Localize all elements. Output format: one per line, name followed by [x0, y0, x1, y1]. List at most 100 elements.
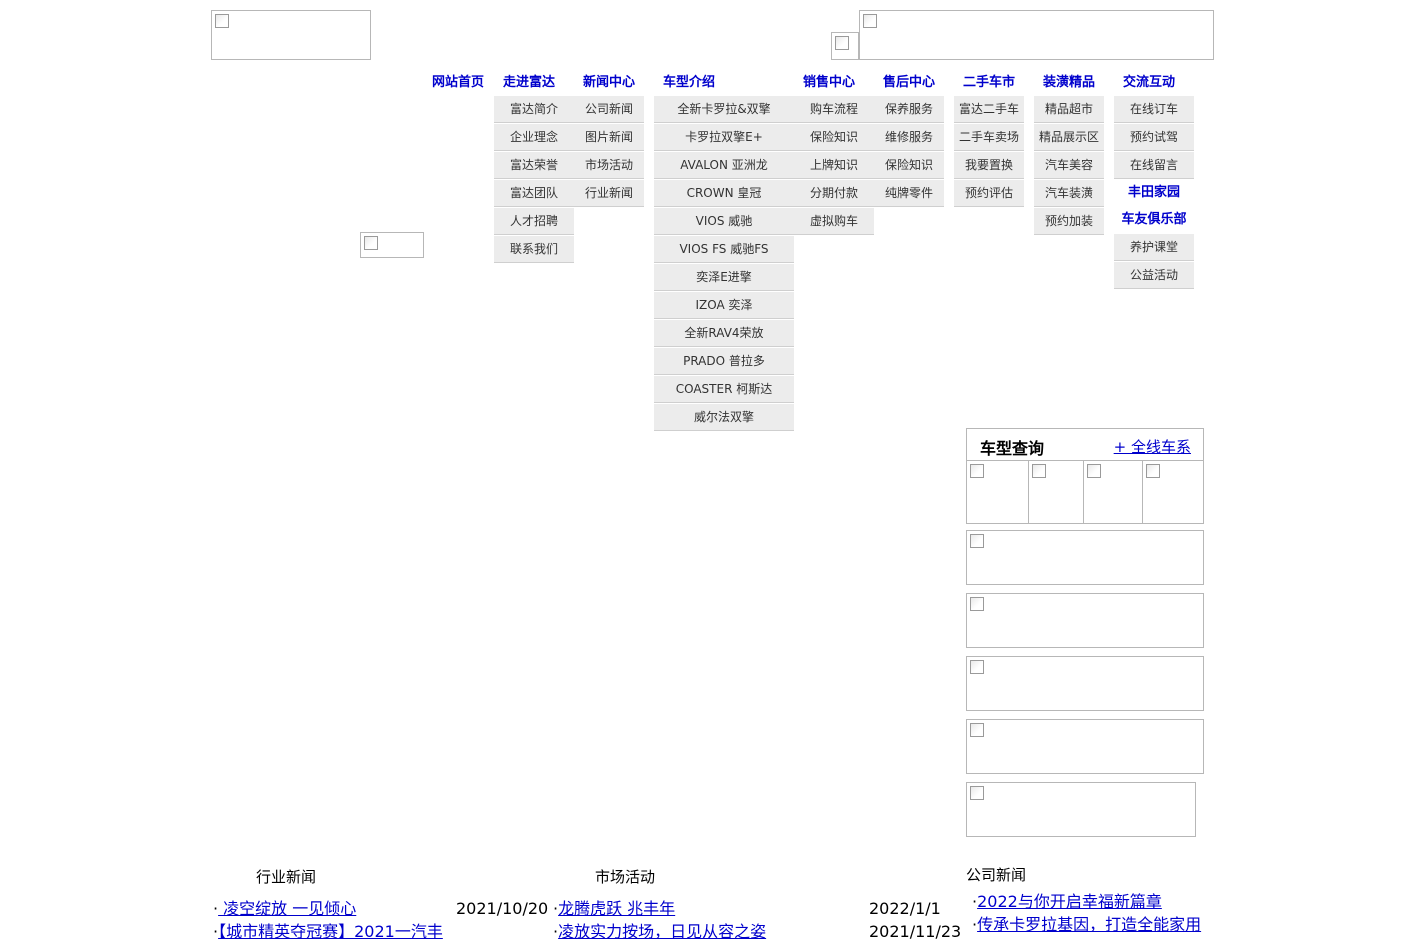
- nav-home[interactable]: 网站首页: [428, 74, 488, 92]
- submenu-item[interactable]: 富达简介: [494, 96, 574, 123]
- submenu-models: 全新卡罗拉&双擎 卡罗拉双擎E+ AVALON 亚洲龙 CROWN 皇冠 VIO…: [654, 96, 794, 432]
- logo-image[interactable]: [211, 10, 371, 60]
- model-thumb-image[interactable]: [966, 460, 1029, 524]
- promo-image[interactable]: [966, 530, 1204, 585]
- submenu-item[interactable]: 图片新闻: [574, 124, 644, 151]
- submenu-item[interactable]: 保养服务: [874, 96, 944, 123]
- news-date: 2021/10/20: [456, 899, 549, 918]
- submenu-item[interactable]: 维修服务: [874, 124, 944, 151]
- submenu-item[interactable]: 全新RAV4荣放: [654, 320, 794, 347]
- nav-interact[interactable]: 交流互动: [1114, 74, 1184, 92]
- submenu-item-heading[interactable]: 丰田家园: [1114, 180, 1194, 206]
- nav-about[interactable]: 走进富达: [494, 74, 564, 92]
- submenu-item[interactable]: 我要置换: [954, 152, 1024, 179]
- model-thumb-image[interactable]: [1028, 460, 1084, 524]
- submenu-item[interactable]: 富达团队: [494, 180, 574, 207]
- model-thumb-image[interactable]: [1142, 460, 1204, 524]
- submenu-item[interactable]: PRADO 普拉多: [654, 348, 794, 375]
- submenu-item[interactable]: 预约加装: [1034, 208, 1104, 235]
- news-link[interactable]: 龙腾虎跃 兆丰年: [558, 899, 675, 918]
- submenu-item[interactable]: 威尔法双擎: [654, 404, 794, 431]
- submenu-item[interactable]: 虚拟购车: [794, 208, 874, 235]
- list-item: · 凌空绽放 一见倾心: [213, 899, 357, 918]
- submenu-item[interactable]: 在线留言: [1114, 152, 1194, 179]
- promo-image[interactable]: [966, 782, 1196, 837]
- news-link[interactable]: 凌放实力按场，日见从容之姿: [558, 922, 766, 941]
- list-item: ·龙腾虎跃 兆丰年: [553, 899, 676, 918]
- model-thumb-image[interactable]: [1083, 460, 1143, 524]
- market-news-list: ·龙腾虎跃 兆丰年 ·凌放实力按场，日见从容之姿: [553, 897, 773, 943]
- submenu-item-heading[interactable]: 车友俱乐部: [1114, 207, 1194, 233]
- submenu-item[interactable]: 富达二手车: [954, 96, 1024, 123]
- submenu-item[interactable]: 精品超市: [1034, 96, 1104, 123]
- list-item: ·2022与你开启幸福新篇章: [972, 892, 1162, 911]
- submenu-boutique: 精品超市 精品展示区 汽车美容 汽车装潢 预约加装: [1034, 96, 1104, 236]
- all-models-link[interactable]: + 全线车系: [1114, 436, 1191, 457]
- model-search-header: 车型查询 + 全线车系: [966, 428, 1204, 460]
- submenu-item[interactable]: VIOS FS 威驰FS: [654, 236, 794, 263]
- submenu-item[interactable]: 上牌知识: [794, 152, 874, 179]
- news-link[interactable]: 凌空绽放 一见倾心: [218, 899, 356, 918]
- news-link[interactable]: 2022与你开启幸福新篇章: [977, 892, 1162, 911]
- model-search-title: 车型查询: [980, 439, 1045, 458]
- submenu-item[interactable]: 公益活动: [1114, 262, 1194, 289]
- submenu-item[interactable]: 行业新闻: [574, 180, 644, 207]
- submenu-item[interactable]: COASTER 柯斯达: [654, 376, 794, 403]
- submenu-item[interactable]: 购车流程: [794, 96, 874, 123]
- promo-image[interactable]: [966, 593, 1204, 648]
- submenu-sales: 购车流程 保险知识 上牌知识 分期付款 虚拟购车: [794, 96, 874, 236]
- submenu-item[interactable]: 纯牌零件: [874, 180, 944, 207]
- submenu-item[interactable]: 二手车卖场: [954, 124, 1024, 151]
- submenu-item[interactable]: 养护课堂: [1114, 234, 1194, 261]
- submenu-item[interactable]: 保险知识: [794, 124, 874, 151]
- nav-models[interactable]: 车型介绍: [654, 74, 724, 92]
- submenu-item[interactable]: 人才招聘: [494, 208, 574, 235]
- nav-news[interactable]: 新闻中心: [574, 74, 644, 92]
- nav-boutique[interactable]: 装潢精品: [1034, 74, 1104, 92]
- submenu-about: 富达简介 企业理念 富达荣誉 富达团队 人才招聘 联系我们: [494, 96, 574, 264]
- submenu-item[interactable]: 保险知识: [874, 152, 944, 179]
- market-news-title: 市场活动: [595, 868, 656, 886]
- nav-used-cars[interactable]: 二手车市: [954, 74, 1024, 92]
- promo-image[interactable]: [966, 719, 1204, 774]
- submenu-item[interactable]: 在线订车: [1114, 96, 1194, 123]
- submenu-news: 公司新闻 图片新闻 市场活动 行业新闻: [574, 96, 644, 208]
- submenu-item[interactable]: 联系我们: [494, 236, 574, 263]
- small-banner-image: [831, 32, 859, 60]
- submenu-item[interactable]: 全新卡罗拉&双擎: [654, 96, 794, 123]
- submenu-item[interactable]: 公司新闻: [574, 96, 644, 123]
- header-banner-image: [859, 10, 1214, 60]
- submenu-item[interactable]: 奕泽E进擎: [654, 264, 794, 291]
- list-item: ·凌放实力按场，日见从容之姿: [553, 922, 767, 941]
- list-item: ·【城市精英夺冠赛】2021一汽丰: [213, 922, 443, 941]
- news-date: 2022/1/1: [869, 899, 941, 918]
- company-news-list: ·2022与你开启幸福新篇章 ·传承卡罗拉基因，打造全能家用: [972, 890, 1207, 936]
- submenu-item[interactable]: 汽车装潢: [1034, 180, 1104, 207]
- submenu-service: 保养服务 维修服务 保险知识 纯牌零件: [874, 96, 944, 208]
- nav-sales[interactable]: 销售中心: [794, 74, 864, 92]
- promo-image[interactable]: [966, 656, 1204, 711]
- news-link[interactable]: 传承卡罗拉基因，打造全能家用: [977, 915, 1201, 934]
- submenu-item[interactable]: 市场活动: [574, 152, 644, 179]
- submenu-item[interactable]: IZOA 奕泽: [654, 292, 794, 319]
- submenu-interact: 在线订车 预约试驾 在线留言 丰田家园 车友俱乐部 养护课堂 公益活动: [1114, 96, 1194, 290]
- news-link[interactable]: 【城市精英夺冠赛】2021一汽丰: [218, 922, 443, 941]
- submenu-item[interactable]: 精品展示区: [1034, 124, 1104, 151]
- news-date: 2021/11/23: [869, 922, 962, 941]
- submenu-used-cars: 富达二手车 二手车卖场 我要置换 预约评估: [954, 96, 1024, 208]
- submenu-item[interactable]: 卡罗拉双擎E+: [654, 124, 794, 151]
- submenu-item[interactable]: 富达荣誉: [494, 152, 574, 179]
- nav-service[interactable]: 售后中心: [874, 74, 944, 92]
- company-news-title: 公司新闻: [966, 866, 1027, 884]
- submenu-item[interactable]: 企业理念: [494, 124, 574, 151]
- submenu-item[interactable]: 预约评估: [954, 180, 1024, 207]
- submenu-item[interactable]: VIOS 威驰: [654, 208, 794, 235]
- submenu-item[interactable]: 分期付款: [794, 180, 874, 207]
- industry-news-list: · 凌空绽放 一见倾心 ·【城市精英夺冠赛】2021一汽丰: [213, 897, 453, 943]
- side-image: [360, 232, 424, 258]
- submenu-item[interactable]: CROWN 皇冠: [654, 180, 794, 207]
- submenu-item[interactable]: 预约试驾: [1114, 124, 1194, 151]
- submenu-item[interactable]: 汽车美容: [1034, 152, 1104, 179]
- submenu-item[interactable]: AVALON 亚洲龙: [654, 152, 794, 179]
- industry-news-title: 行业新闻: [256, 868, 317, 886]
